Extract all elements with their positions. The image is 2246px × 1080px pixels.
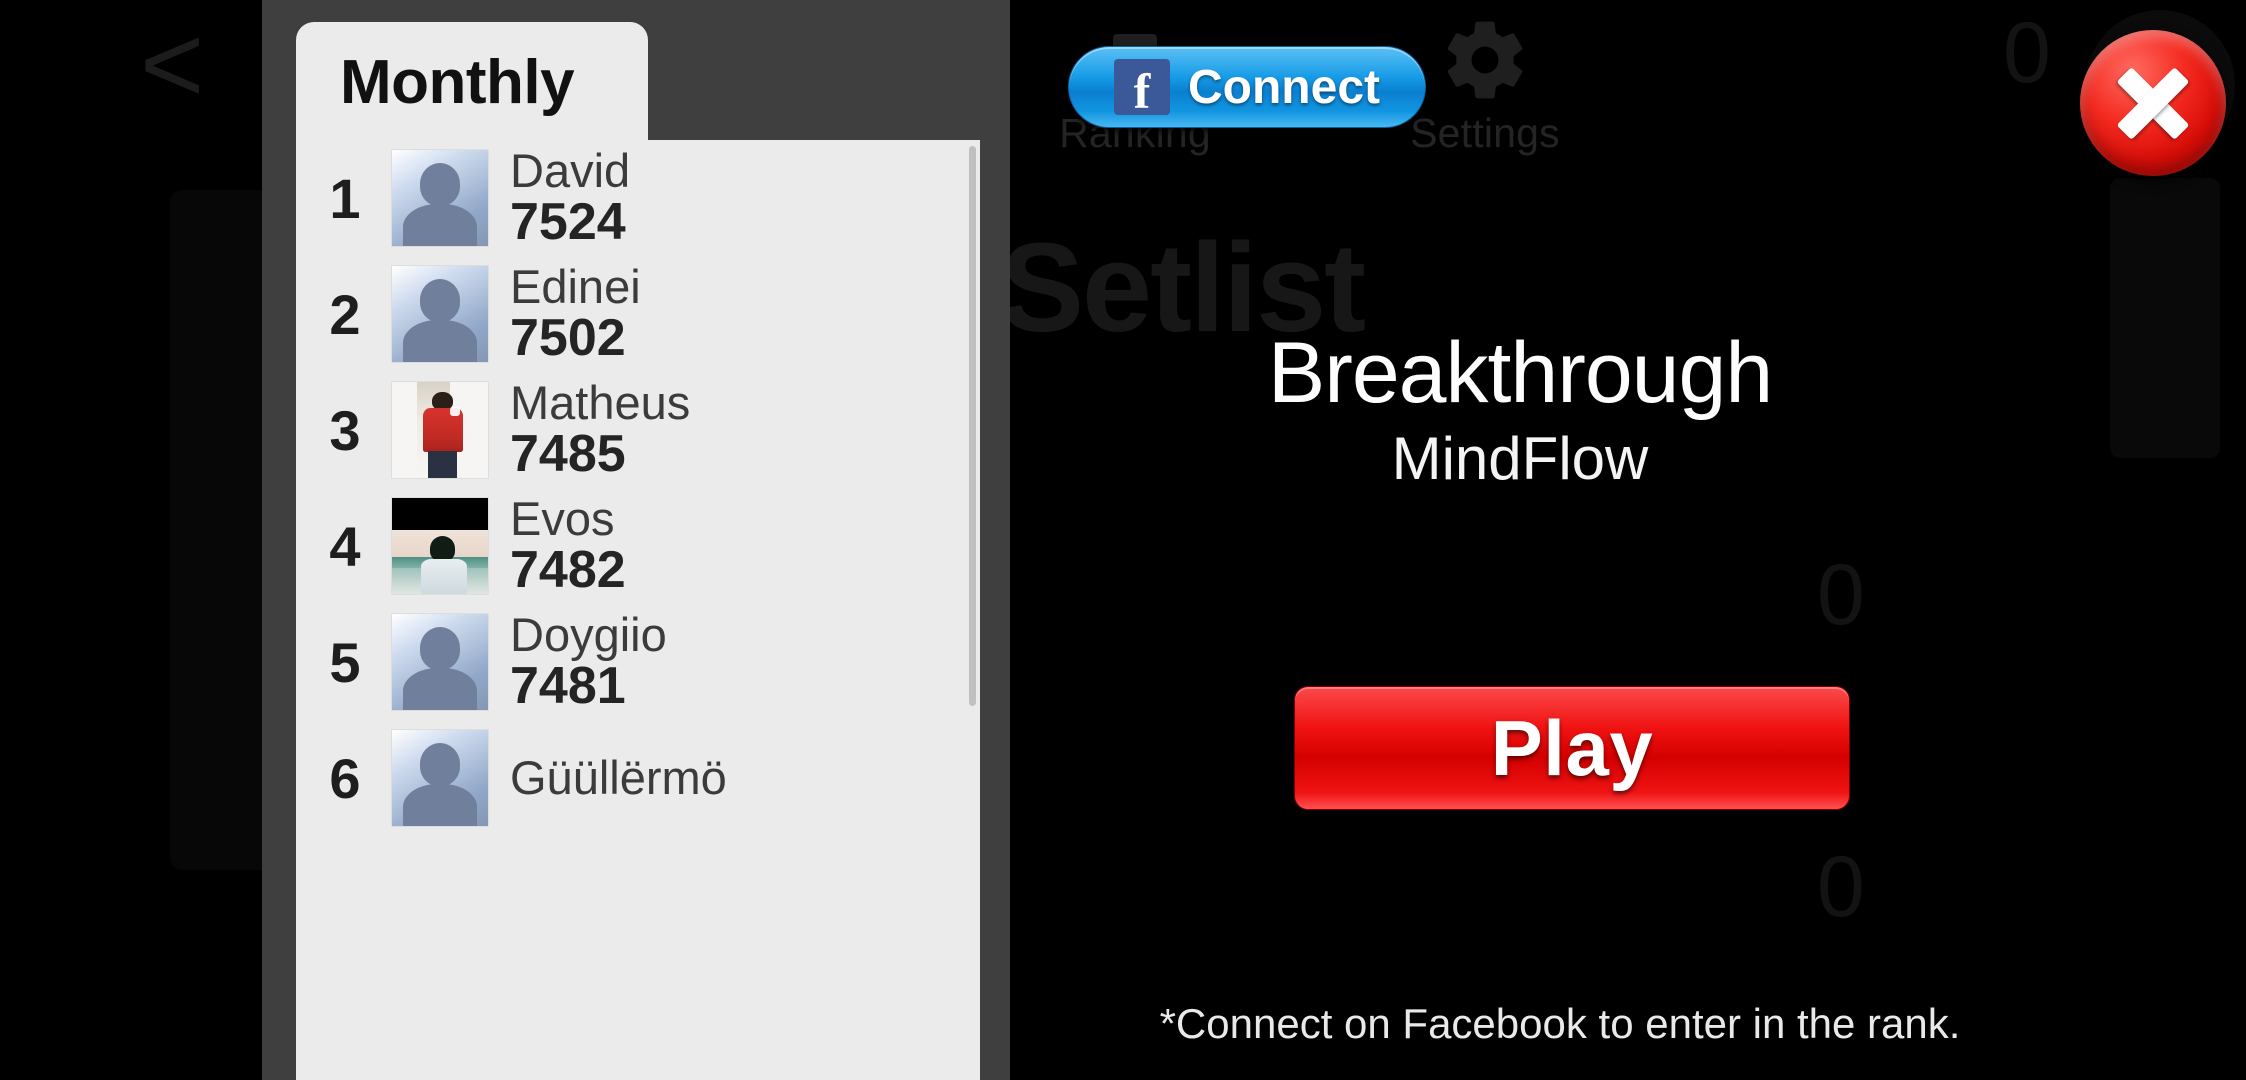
facebook-f-icon: f	[1114, 59, 1170, 116]
leaderboard-list: 1 David 7524 2 Edinei 7502 3 Matheus 7485 4 Evos 74…	[296, 140, 980, 836]
song-artist: MindFlow	[1391, 424, 1649, 492]
leaderboard-entry-info: Evos 7482	[510, 491, 626, 600]
play-button-label: Play	[1490, 703, 1654, 792]
tab-monthly[interactable]: Monthly	[296, 22, 648, 142]
leaderboard-player-score: 7502	[510, 309, 626, 368]
background-counter-1: 0	[2003, 5, 2051, 101]
leaderboard-rank: 4	[329, 514, 361, 578]
leaderboard-player-name: David	[510, 143, 631, 197]
background-counter-3: 0	[1817, 839, 1865, 935]
leaderboard-rank: 6	[329, 746, 361, 810]
facebook-connect-button[interactable]: f Connect	[1068, 46, 1426, 128]
leaderboard-row[interactable]: 4 Evos 7482	[296, 488, 980, 604]
leaderboard-player-score: 7524	[510, 193, 626, 252]
leaderboard-player-name: Doygiio	[510, 607, 667, 661]
avatar	[392, 730, 488, 826]
leaderboard-player-name: Güüllërmö	[510, 751, 727, 805]
leaderboard-rank: 2	[329, 282, 361, 346]
leaderboard-player-score: 7481	[510, 657, 626, 716]
leaderboard-player-name: Edinei	[510, 259, 641, 313]
back-chevron-icon[interactable]: <	[140, 10, 204, 120]
leaderboard-entry-info: Güüllërmö	[510, 753, 727, 803]
background-panel-right	[2110, 178, 2220, 458]
leaderboard-row[interactable]: 1 David 7524	[296, 140, 980, 256]
leaderboard-rank: 3	[329, 398, 361, 462]
facebook-connect-label: Connect	[1188, 60, 1380, 114]
avatar	[392, 150, 488, 246]
tab-monthly-label: Monthly	[340, 47, 575, 117]
leaderboard-entry-info: David 7524	[510, 143, 631, 252]
leaderboard-row[interactable]: 3 Matheus 7485	[296, 372, 980, 488]
play-button[interactable]: Play	[1294, 686, 1850, 810]
leaderboard-entry-info: Edinei 7502	[510, 259, 641, 368]
leaderboard-entry-info: Matheus 7485	[510, 375, 691, 484]
avatar	[392, 382, 488, 478]
close-button[interactable]	[2080, 30, 2226, 176]
leaderboard-entry-info: Doygiio 7481	[510, 607, 667, 716]
avatar	[392, 498, 488, 594]
background-counter-2: 0	[1817, 547, 1865, 643]
leaderboard-row[interactable]: 2 Edinei 7502	[296, 256, 980, 372]
leaderboard-rank: 5	[329, 630, 361, 694]
leaderboard-player-score: 7485	[510, 425, 626, 484]
app-root: < Ranking Settings Setlist 0 0 0 f Conne…	[0, 0, 2246, 1080]
leaderboard-player-score: 7482	[510, 541, 626, 600]
song-info: Breakthrough MindFlow	[1020, 325, 2020, 493]
leaderboard-panel[interactable]: 1 David 7524 2 Edinei 7502 3 Matheus 7485 4 Evos 74…	[296, 140, 980, 1080]
facebook-rank-note: *Connect on Facebook to enter in the ran…	[1159, 1000, 1961, 1047]
leaderboard-row[interactable]: 6 Güüllërmö	[296, 720, 980, 836]
avatar	[392, 266, 488, 362]
leaderboard-player-name: Evos	[510, 491, 615, 545]
leaderboard-scrollbar[interactable]	[969, 146, 976, 706]
song-title: Breakthrough	[1267, 325, 1773, 421]
leaderboard-player-name: Matheus	[510, 375, 691, 429]
close-x-icon	[2113, 63, 2193, 143]
leaderboard-rank: 1	[329, 166, 361, 230]
leaderboard-row[interactable]: 5 Doygiio 7481	[296, 604, 980, 720]
avatar	[392, 614, 488, 710]
